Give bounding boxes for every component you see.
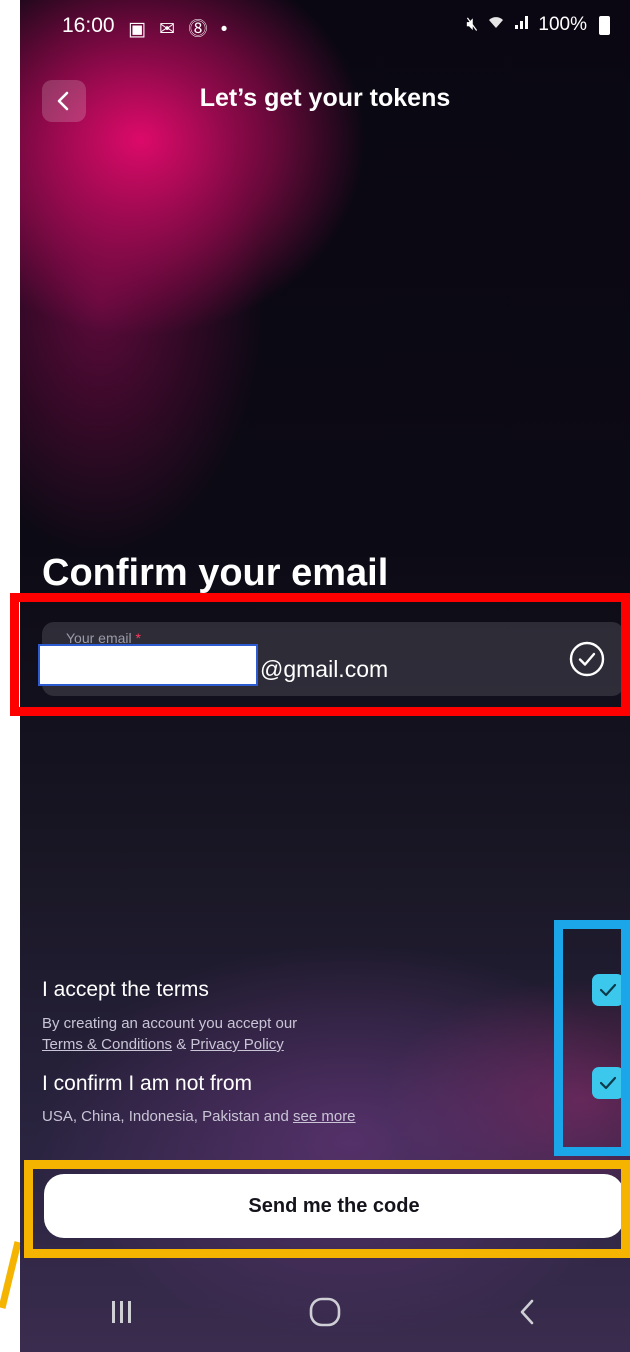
battery-icon [599, 15, 610, 35]
wifi-icon [486, 14, 506, 36]
consent-region-subtitle: USA, China, Indonesia, Pakistan and see … [42, 1106, 356, 1127]
consent-joiner: & [176, 1036, 187, 1053]
signal-icon [514, 14, 530, 36]
status-bar: 16:00 ▣ ✉ ⓼ • 🔇︎ 100% [20, 0, 630, 56]
mail-icon: ✉ [159, 19, 180, 40]
consent-region-title: I confirm I am not from [42, 1072, 253, 1095]
status-system-icons: 🔇︎ 100% [466, 14, 610, 36]
privacy-policy-link[interactable]: Privacy Policy [190, 1036, 283, 1053]
consent-terms-subtitle: By creating an account you accept our Te… [42, 1013, 297, 1055]
system-nav-bar [20, 1272, 630, 1352]
consent-region-text: USA, China, Indonesia, Pakistan and [42, 1108, 289, 1125]
battery-percent: 100% [538, 14, 587, 35]
see-more-link[interactable]: see more [293, 1108, 356, 1125]
home-icon [309, 1297, 341, 1327]
mute-icon: 🔇︎ [466, 14, 479, 35]
dot-icon: • [220, 19, 232, 40]
consent-terms-text: By creating an account you accept our [42, 1015, 298, 1032]
terms-conditions-link[interactable]: Terms & Conditions [42, 1036, 172, 1053]
page-title: Confirm your email [42, 552, 389, 594]
annotation-box-send-button [24, 1160, 630, 1258]
status-notification-icons: ▣ ✉ ⓼ • [128, 14, 231, 41]
annotation-box-checkboxes [554, 920, 630, 1156]
back-icon [521, 1299, 534, 1325]
status-time: 16:00 [62, 14, 115, 37]
annotation-arrow-mark [0, 1241, 20, 1309]
consent-terms-title: I accept the terms [42, 978, 209, 1001]
s-badge-icon: ⓼ [188, 19, 212, 40]
recent-apps-button[interactable] [82, 1282, 162, 1342]
home-button[interactable] [285, 1282, 365, 1342]
annotation-box-email [10, 593, 630, 716]
recent-apps-icon [111, 1301, 131, 1323]
header-title: Let’s get your tokens [199, 84, 451, 112]
nav-back-button[interactable] [488, 1282, 568, 1342]
picture-icon: ▣ [128, 19, 150, 40]
